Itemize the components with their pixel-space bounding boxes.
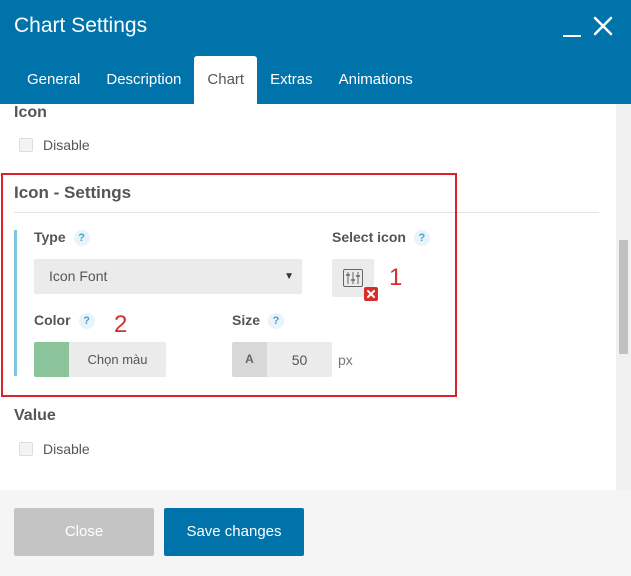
- value-disable-row[interactable]: Disable: [19, 441, 90, 457]
- tab-general[interactable]: General: [14, 56, 93, 104]
- tab-extras[interactable]: Extras: [257, 56, 326, 104]
- value-section-label: Value: [14, 407, 56, 424]
- icon-section-label: Icon: [14, 104, 47, 121]
- tab-description[interactable]: Description: [93, 56, 194, 104]
- minimize-icon[interactable]: [563, 35, 581, 37]
- settings-content: Icon Disable Icon - Settings Type? Icon …: [0, 104, 631, 490]
- dialog-title: Chart Settings: [14, 14, 148, 37]
- vertical-scrollbar[interactable]: [616, 104, 631, 490]
- scrollbar-thumb[interactable]: [619, 240, 628, 354]
- dialog-header: Chart Settings General Description Chart…: [0, 0, 631, 104]
- save-changes-button[interactable]: Save changes: [164, 508, 304, 556]
- dialog-footer: Close Save changes: [0, 490, 631, 576]
- value-disable-checkbox[interactable]: [19, 442, 33, 456]
- tab-animations[interactable]: Animations: [326, 56, 426, 104]
- tab-chart[interactable]: Chart: [194, 56, 258, 104]
- tab-bar: General Description Chart Extras Animati…: [14, 56, 426, 104]
- icon-disable-row[interactable]: Disable: [19, 137, 90, 153]
- close-icon[interactable]: [592, 15, 614, 37]
- annotation-highlight-box: [1, 173, 457, 397]
- icon-disable-label: Disable: [43, 137, 90, 153]
- close-button[interactable]: Close: [14, 508, 154, 556]
- icon-disable-checkbox[interactable]: [19, 138, 33, 152]
- value-disable-label: Disable: [43, 441, 90, 457]
